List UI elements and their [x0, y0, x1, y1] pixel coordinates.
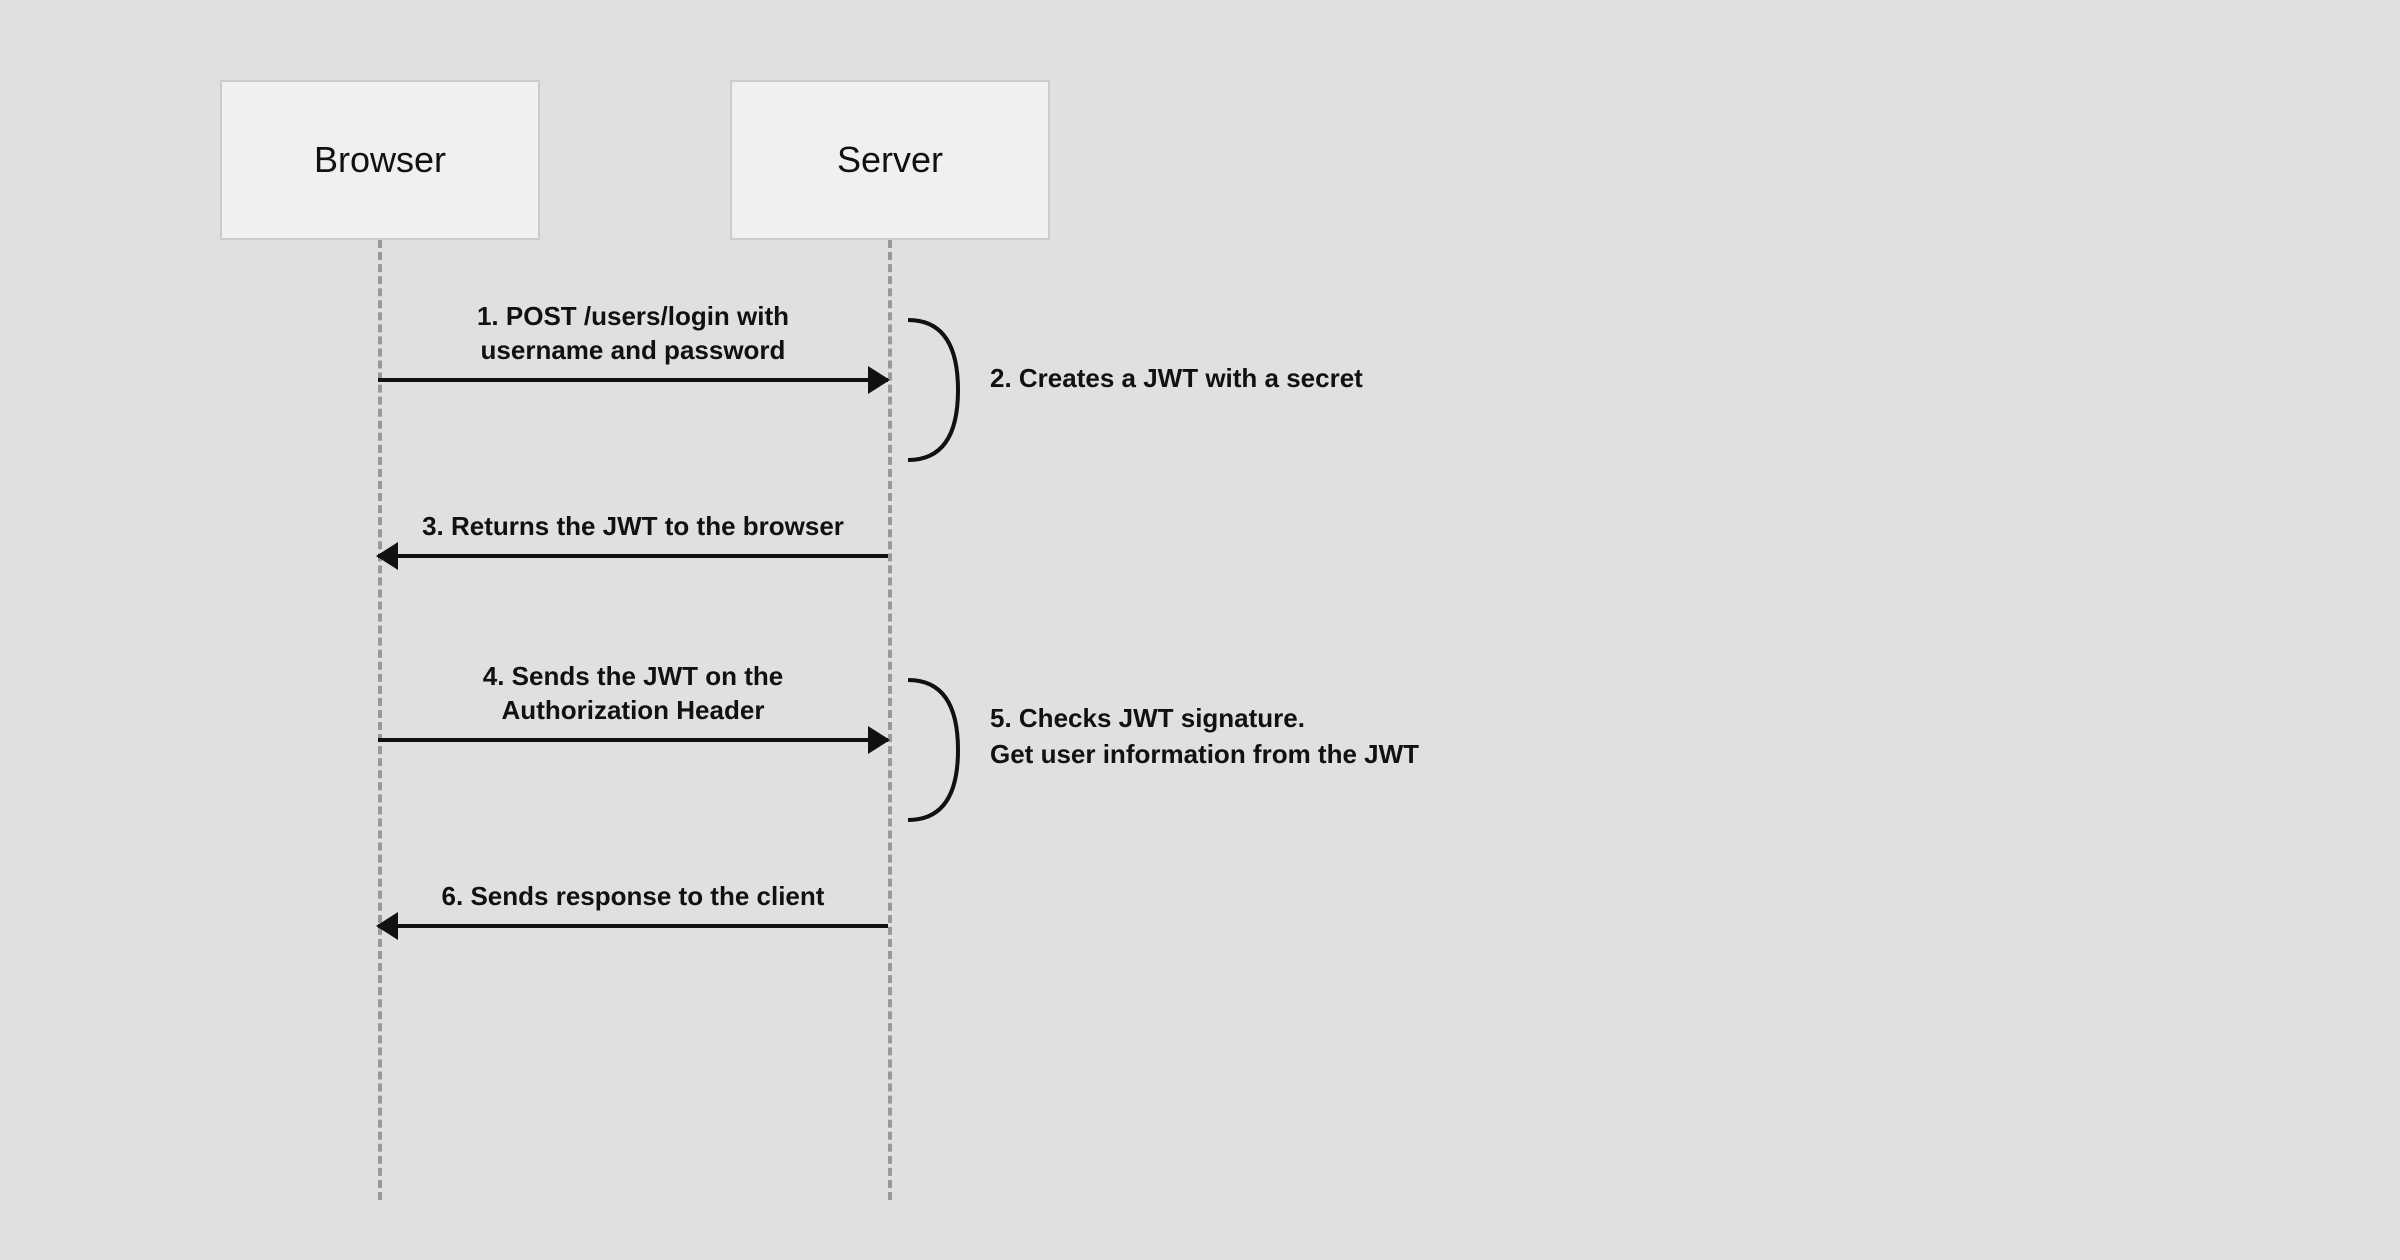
step3-arrow: [378, 554, 888, 558]
step6-arrow: [378, 924, 888, 928]
step3-container: 3. Returns the JWT to the browser: [378, 510, 888, 558]
step3-label: 3. Returns the JWT to the browser: [378, 510, 888, 544]
step1-container: 1. POST /users/login withusername and pa…: [378, 300, 888, 382]
server-actor: Server: [730, 80, 1050, 240]
step6-label: 6. Sends response to the client: [378, 880, 888, 914]
bracket2-svg: [888, 310, 978, 470]
step6-container: 6. Sends response to the client: [378, 880, 888, 928]
step4-container: 4. Sends the JWT on theAuthorization Hea…: [378, 660, 888, 742]
step4-arrow: [378, 738, 888, 742]
step4-label: 4. Sends the JWT on theAuthorization Hea…: [378, 660, 888, 728]
step1-arrow: [378, 378, 888, 382]
step5-label: 5. Checks JWT signature.Get user informa…: [990, 700, 1419, 773]
server-label: Server: [837, 139, 943, 181]
diagram: Browser Server 1. POST /users/login with…: [0, 0, 2400, 1260]
browser-label: Browser: [314, 139, 446, 181]
browser-actor: Browser: [220, 80, 540, 240]
step2-label: 2. Creates a JWT with a secret: [990, 360, 1363, 396]
bracket5-svg: [888, 670, 978, 830]
step1-label: 1. POST /users/login withusername and pa…: [378, 300, 888, 368]
